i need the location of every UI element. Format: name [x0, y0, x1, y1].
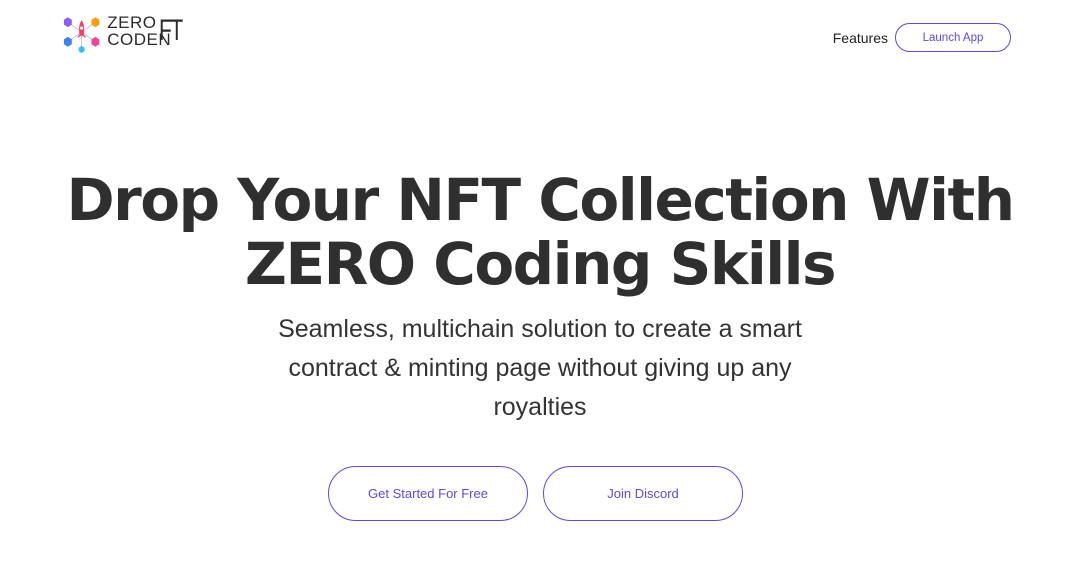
logo-ft: FT: [159, 14, 183, 47]
rocket-cubes-icon: [63, 17, 100, 54]
hero-title: Drop Your NFT Collection With ZERO Codin…: [0, 168, 1080, 296]
hero-title-line-1: Drop Your NFT Collection With: [66, 166, 1015, 234]
join-discord-button[interactable]: Join Discord: [543, 466, 743, 521]
landing-page: ZERO CODEN FT Features Launch App Drop Y…: [0, 0, 1080, 574]
cta-row: Get Started For Free Join Discord: [328, 466, 743, 521]
brand-logo[interactable]: ZERO CODEN FT: [60, 10, 183, 54]
top-nav: Features Launch App: [833, 23, 1011, 52]
hero-subtitle: Seamless, multichain solution to create …: [278, 315, 802, 421]
nav-link-features[interactable]: Features: [833, 30, 888, 46]
logo-line-zero: ZERO: [107, 13, 157, 32]
logo-wordmark: ZERO CODEN FT: [107, 13, 183, 50]
hero-title-line-2: ZERO Coding Skills: [244, 230, 837, 298]
get-started-button[interactable]: Get Started For Free: [328, 466, 528, 521]
launch-app-button[interactable]: Launch App: [895, 23, 1011, 52]
